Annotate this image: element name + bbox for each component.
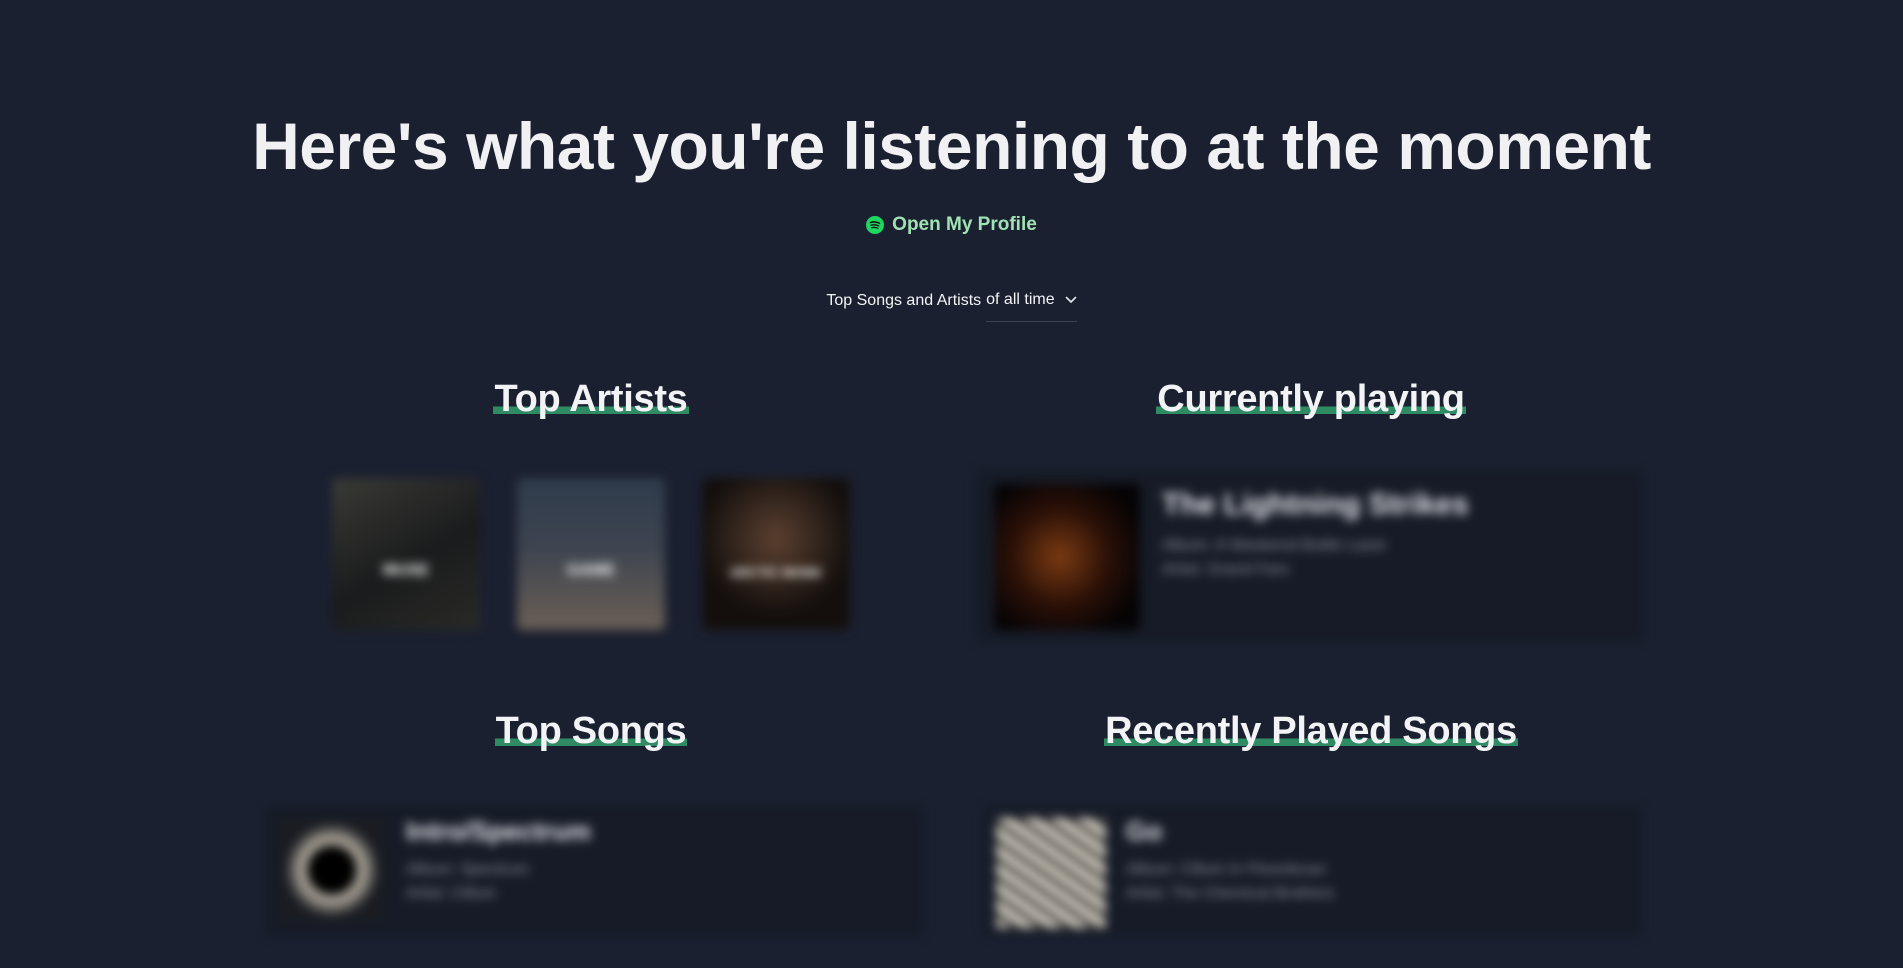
album-cover [280,818,384,922]
track-album: Album: A Weekend Bottle Laser [1162,537,1387,554]
artist-name: GAME [567,562,615,579]
chevron-down-icon [1065,296,1076,304]
top-songs-heading: Top Songs [441,710,741,753]
track-album: Album: Cillum In Floordscan [1126,861,1327,878]
artist-card[interactable]: GAME [517,478,665,630]
artist-name: ARCTIC MONK [729,565,823,580]
time-range-select[interactable]: of all time [986,291,1077,322]
top-songs-heading-text: Top Songs [494,710,688,752]
range-selected-value: of all time [986,291,1055,308]
page-title: Here's what you're listening to at the m… [252,109,1651,183]
track-title: Intro/Spectrum [406,816,591,846]
open-profile-label: Open My Profile [892,214,1037,235]
artist-name: MUSE [382,562,430,579]
album-cover [994,484,1140,630]
track-title: The Lightning Strikes [1162,488,1469,521]
recently-played-heading-text: Recently Played Songs [1104,710,1518,752]
track-album: Album: Spectrum [406,861,529,878]
top-artists-heading: Top Artists [441,378,741,421]
currently-playing-heading-text: Currently playing [1156,378,1466,420]
top-artists-heading-text: Top Artists [493,378,689,420]
track-artist: Artist: The Chemical Brothers [1126,885,1335,902]
recently-played-heading: Recently Played Songs [1011,710,1611,753]
album-cover [996,818,1106,928]
range-prefix: Top Songs and Artists [826,291,982,309]
track-artist: Artist: Cillum [406,885,496,902]
track-artist: Artist: Grand Fare [1162,561,1290,578]
currently-playing-heading: Currently playing [1061,378,1561,421]
top-song-card[interactable]: Intro/Spectrum Album: Spectrum Artist: C… [266,806,924,936]
currently-playing-card[interactable]: The Lightning Strikes Album: A Weekend B… [976,470,1644,642]
artist-card[interactable]: ARCTIC MONK [702,478,850,630]
time-range-row: Top Songs and Artists of all time [0,285,1903,322]
artist-card[interactable]: MUSE [332,478,480,630]
open-profile-link[interactable]: Open My Profile [0,214,1903,236]
track-title: Go [1126,816,1163,846]
recent-song-card[interactable]: Go Album: Cillum In Floordscan Artist: T… [984,806,1642,936]
page: Here's what you're listening to at the m… [0,0,1903,968]
spotify-icon [866,216,885,234]
